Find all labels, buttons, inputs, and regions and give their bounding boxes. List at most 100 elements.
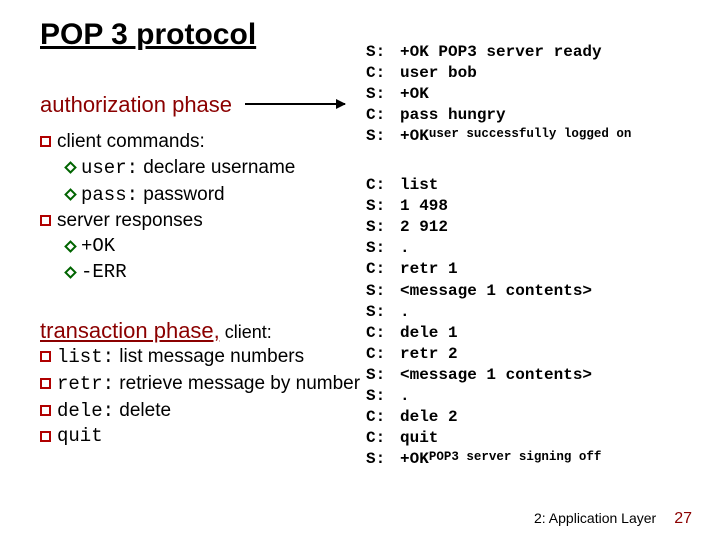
terminal-who: S: bbox=[366, 196, 400, 217]
list-item: retr: retrieve message by number bbox=[40, 372, 380, 397]
arrow-icon bbox=[245, 103, 345, 105]
list-item: +OK bbox=[66, 235, 380, 259]
list-item: quit bbox=[40, 425, 380, 449]
terminal-who: S: bbox=[366, 281, 400, 302]
terminal-line: S:. bbox=[366, 386, 601, 407]
terminal-who: S: bbox=[366, 365, 400, 386]
terminal-who: S: bbox=[366, 126, 400, 147]
list-item: list: list message numbers bbox=[40, 345, 380, 370]
terminal-who: C: bbox=[366, 323, 400, 344]
terminal-line: C:list bbox=[366, 175, 601, 196]
terminal-msg: user bob bbox=[400, 63, 477, 84]
terminal-msg: dele 2 bbox=[400, 407, 458, 428]
terminal-line: S:2 912 bbox=[366, 217, 601, 238]
terminal-msg: retr 1 bbox=[400, 259, 458, 280]
trans-phase-trail: client: bbox=[220, 322, 272, 342]
list-item: client commands: bbox=[40, 130, 380, 154]
terminal-msg: quit bbox=[400, 428, 438, 449]
retr-cmd: retr: bbox=[57, 373, 114, 395]
list-cmd-line: list: list message numbers bbox=[57, 345, 304, 370]
trans-phase-main: transaction phase, bbox=[40, 318, 220, 343]
terminal-line: S:+OK bbox=[366, 84, 631, 105]
terminal-who: S: bbox=[366, 449, 400, 470]
diamond-bullet-icon bbox=[64, 188, 77, 201]
trans-phase-list: list: list message numbers retr: retriev… bbox=[40, 345, 380, 451]
terminal-msg: retr 2 bbox=[400, 344, 458, 365]
terminal-msg: +OK POP3 server ready bbox=[400, 42, 602, 63]
terminal-who: C: bbox=[366, 63, 400, 84]
terminal-line: S:+OK POP3 server ready bbox=[366, 42, 631, 63]
terminal-msg: . bbox=[400, 238, 410, 259]
list-cmd: list: bbox=[57, 346, 114, 368]
page-number: 27 bbox=[674, 510, 692, 528]
slide-title: POP 3 protocol bbox=[40, 18, 256, 52]
quit-cmd: quit bbox=[57, 425, 103, 449]
terminal-line: S:1 498 bbox=[366, 196, 601, 217]
dele-desc: delete bbox=[114, 400, 171, 421]
auth-phase-list: client commands: user: declare username … bbox=[40, 130, 380, 287]
diamond-bullet-icon bbox=[64, 161, 77, 174]
user-cmd: user: bbox=[81, 157, 138, 179]
terminal-msg: . bbox=[400, 386, 410, 407]
terminal-who: S: bbox=[366, 238, 400, 259]
err-response: -ERR bbox=[81, 261, 127, 285]
terminal-who: C: bbox=[366, 428, 400, 449]
trans-phase-heading: transaction phase, client: bbox=[40, 318, 380, 344]
terminal-line: C:dele 1 bbox=[366, 323, 601, 344]
client-commands-label: client commands: bbox=[57, 130, 205, 154]
footer: 2: Application Layer 27 bbox=[534, 510, 692, 528]
terminal-line: C:pass hungry bbox=[366, 105, 631, 126]
terminal-line: S:. bbox=[366, 302, 601, 323]
terminal-line: S:<message 1 contents> bbox=[366, 365, 601, 386]
terminal-msg: dele 1 bbox=[400, 323, 458, 344]
server-responses-label: server responses bbox=[57, 209, 203, 233]
square-bullet-icon bbox=[40, 351, 51, 362]
terminal-who: C: bbox=[366, 344, 400, 365]
terminal-who: C: bbox=[366, 105, 400, 126]
retr-cmd-line: retr: retrieve message by number bbox=[57, 372, 360, 397]
pass-cmd: pass: bbox=[81, 184, 138, 206]
diamond-bullet-icon bbox=[64, 240, 77, 253]
user-cmd-line: user: declare username bbox=[81, 156, 295, 181]
terminal-line: C:quit bbox=[366, 428, 601, 449]
list-item: pass: password bbox=[66, 183, 380, 208]
diamond-bullet-icon bbox=[64, 266, 77, 279]
pass-cmd-desc: password bbox=[138, 184, 225, 205]
terminal-line: C:dele 2 bbox=[366, 407, 601, 428]
terminal-line: S:<message 1 contents> bbox=[366, 281, 601, 302]
user-cmd-desc: declare username bbox=[138, 157, 295, 178]
slide: POP 3 protocol authorization phase clien… bbox=[0, 0, 720, 540]
square-bullet-icon bbox=[40, 215, 51, 226]
ok-response: +OK bbox=[81, 235, 115, 259]
terminal-msg-small: POP3 server signing off bbox=[429, 449, 602, 470]
auth-phase-heading: authorization phase bbox=[40, 92, 380, 118]
footer-chapter: 2: Application Layer bbox=[534, 510, 656, 526]
terminal-who: C: bbox=[366, 175, 400, 196]
terminal-auth-block: S:+OK POP3 server readyC:user bobS:+OKC:… bbox=[366, 42, 631, 148]
terminal-msg: +OK bbox=[400, 126, 429, 147]
terminal-line: S:. bbox=[366, 238, 601, 259]
terminal-trans-block: C:listS:1 498S:2 912S:.C:retr 1S:<messag… bbox=[366, 175, 601, 471]
terminal-msg: +OK bbox=[400, 449, 429, 470]
dele-cmd-line: dele: delete bbox=[57, 399, 171, 424]
terminal-who: S: bbox=[366, 217, 400, 238]
dele-cmd: dele: bbox=[57, 400, 114, 422]
list-item: user: declare username bbox=[66, 156, 380, 181]
terminal-msg: 2 912 bbox=[400, 217, 448, 238]
terminal-who: S: bbox=[366, 386, 400, 407]
square-bullet-icon bbox=[40, 405, 51, 416]
terminal-line: C:user bob bbox=[366, 63, 631, 84]
terminal-who: S: bbox=[366, 302, 400, 323]
terminal-msg: list bbox=[400, 175, 438, 196]
list-item: -ERR bbox=[66, 261, 380, 285]
terminal-line: S:+OK user successfully logged on bbox=[366, 126, 631, 147]
terminal-msg-small: user successfully logged on bbox=[429, 126, 632, 147]
terminal-msg: pass hungry bbox=[400, 105, 506, 126]
terminal-line: C:retr 2 bbox=[366, 344, 601, 365]
terminal-line: S:+OK POP3 server signing off bbox=[366, 449, 601, 470]
terminal-msg: <message 1 contents> bbox=[400, 281, 592, 302]
terminal-who: C: bbox=[366, 259, 400, 280]
square-bullet-icon bbox=[40, 136, 51, 147]
terminal-msg: +OK bbox=[400, 84, 429, 105]
list-item: dele: delete bbox=[40, 399, 380, 424]
